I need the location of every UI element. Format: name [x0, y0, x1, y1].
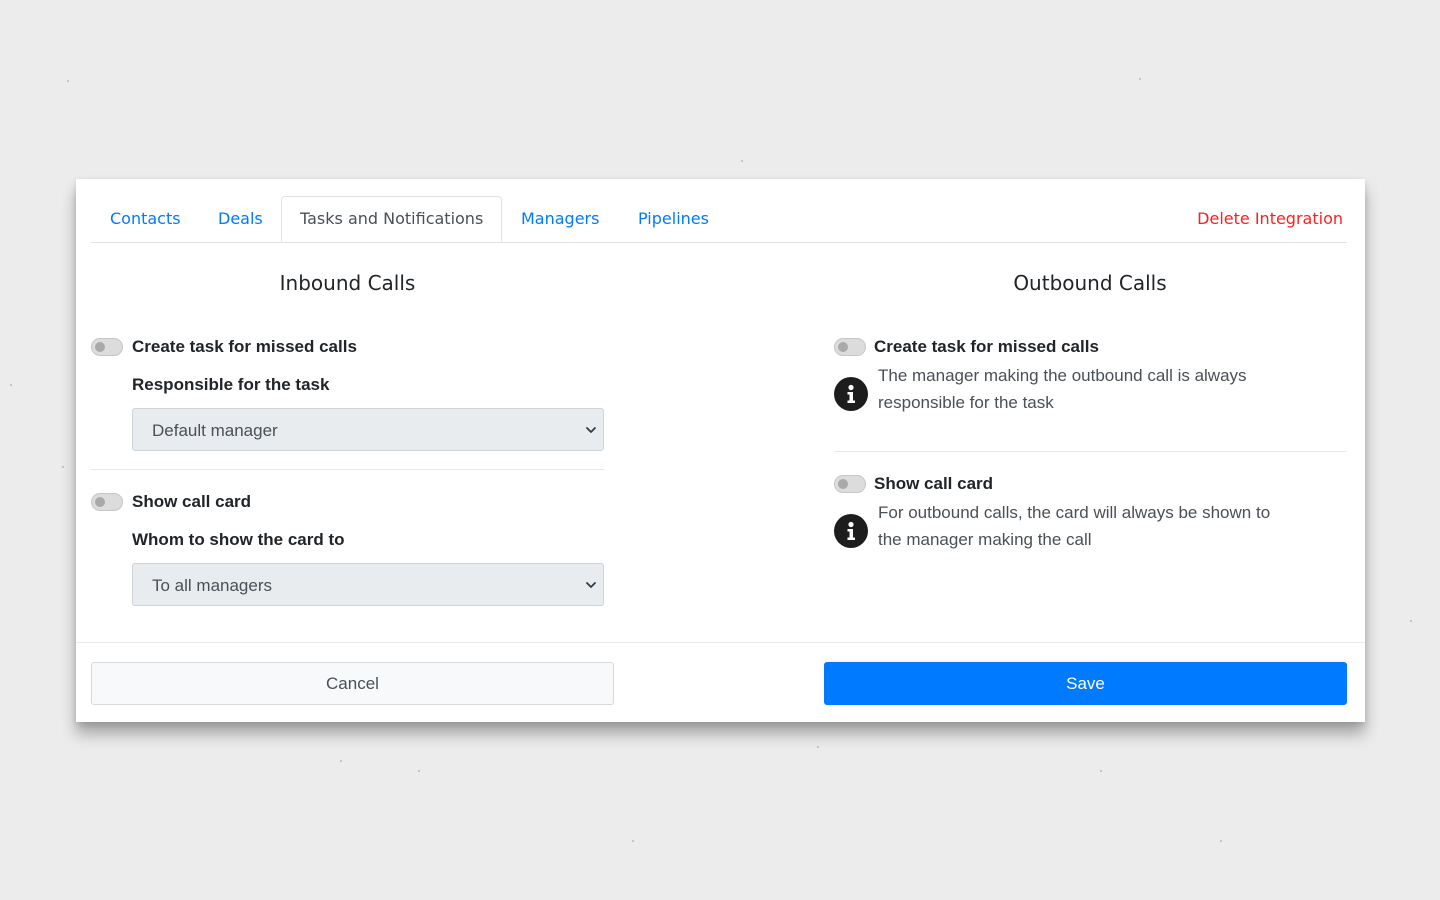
inbound-divider [91, 469, 604, 470]
backdrop-speck [10, 384, 12, 386]
delete-integration-link[interactable]: Delete Integration [1197, 196, 1343, 242]
backdrop-speck [1139, 78, 1141, 80]
tab-managers[interactable]: Managers [521, 196, 599, 242]
tab-contacts[interactable]: Contacts [110, 196, 181, 242]
backdrop-speck [62, 466, 64, 468]
toggle-knob [95, 342, 105, 352]
backdrop-speck [817, 746, 819, 748]
responsible-field-label: Responsible for the task [132, 375, 330, 394]
note-line: the manager making the call [878, 530, 1092, 549]
inbound-missed-task-toggle[interactable] [91, 338, 123, 356]
save-button[interactable]: Save [824, 662, 1347, 705]
inbound-missed-task-label: Create task for missed calls [132, 337, 357, 356]
backdrop-speck [1220, 840, 1222, 842]
tab-deals[interactable]: Deals [218, 196, 263, 242]
responsible-select[interactable]: Default manager [132, 408, 604, 451]
outbound-calls-title: Outbound Calls [1013, 271, 1167, 295]
tab-pipelines[interactable]: Pipelines [638, 196, 709, 242]
responsible-select-value: Default manager [152, 421, 278, 440]
note-line: For outbound calls, the card will always… [878, 503, 1271, 522]
settings-tabs: Contacts Deals Tasks and Notifications M… [91, 196, 1347, 243]
outbound-missed-task-label: Create task for missed calls [874, 337, 1099, 356]
info-circle-icon [834, 377, 868, 411]
cancel-button[interactable]: Cancel [91, 662, 614, 705]
outbound-call-card-toggle[interactable] [834, 475, 866, 493]
backdrop-speck [741, 160, 743, 162]
toggle-knob [95, 497, 105, 507]
footer-divider [76, 642, 1365, 643]
inbound-call-card-label: Show call card [132, 492, 252, 511]
card-recipients-select[interactable]: To all managers [132, 563, 604, 606]
outbound-divider [834, 451, 1346, 452]
card-recipients-field-label: Whom to show the card to [132, 530, 345, 549]
integration-settings-modal: Contacts Deals Tasks and Notifications M… [76, 179, 1365, 722]
outbound-missed-task-toggle[interactable] [834, 338, 866, 356]
outbound-missed-task-note: The manager making the outbound call is … [878, 362, 1247, 416]
note-line: responsible for the task [878, 393, 1054, 412]
inbound-call-card-toggle[interactable] [91, 493, 123, 511]
tab-tasks-and-notifications[interactable]: Tasks and Notifications [281, 196, 503, 242]
info-circle-icon [834, 514, 868, 548]
backdrop-speck [67, 80, 69, 82]
outbound-call-card-label: Show call card [874, 474, 994, 493]
chevron-down-icon [586, 427, 596, 433]
card-recipients-select-value: To all managers [152, 576, 273, 595]
toggle-knob [838, 342, 848, 352]
backdrop-speck [1410, 620, 1412, 622]
backdrop-speck [1100, 770, 1102, 772]
backdrop-speck [418, 770, 420, 772]
chevron-down-icon [586, 582, 596, 588]
inbound-calls-title: Inbound Calls [279, 271, 416, 295]
backdrop-speck [340, 760, 342, 762]
outbound-call-card-note: For outbound calls, the card will always… [878, 499, 1270, 553]
note-line: The manager making the outbound call is … [878, 366, 1247, 385]
backdrop-speck [632, 840, 634, 842]
toggle-knob [838, 479, 848, 489]
